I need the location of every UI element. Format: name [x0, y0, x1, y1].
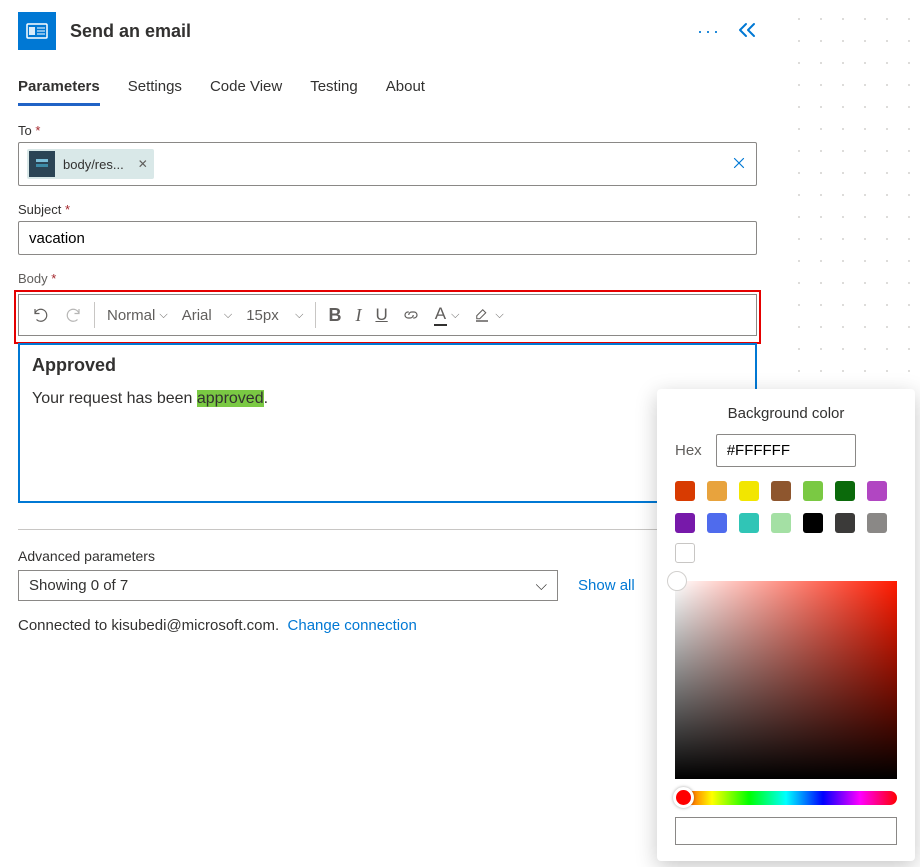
link-button[interactable]: [395, 301, 427, 329]
underline-button[interactable]: U: [368, 300, 394, 330]
swatch[interactable]: [771, 481, 791, 501]
color-picker-title: Background color: [675, 405, 897, 422]
advanced-label: Advanced parameters: [18, 548, 757, 564]
dynamic-content-icon: [29, 151, 55, 177]
chevron-down-icon: ⌵: [159, 309, 167, 322]
body-editor[interactable]: Approved Your request has been approved.: [18, 343, 757, 503]
to-label: To: [18, 123, 32, 138]
chevron-down-icon: ⌵: [224, 309, 232, 322]
chip-label: body/res...: [63, 157, 124, 172]
swatch[interactable]: [835, 481, 855, 501]
tab-testing[interactable]: Testing: [310, 72, 358, 105]
body-heading: Approved: [32, 355, 743, 376]
subject-label: Subject: [18, 202, 61, 217]
swatch[interactable]: [675, 481, 695, 501]
chevron-down-icon: ⌵: [451, 309, 459, 322]
swatch[interactable]: [867, 481, 887, 501]
swatch[interactable]: [707, 513, 727, 533]
font-select[interactable]: Arial ⌵: [175, 302, 240, 329]
saturation-indicator[interactable]: [667, 571, 687, 591]
hex-label: Hex: [675, 442, 702, 459]
saturation-area[interactable]: [675, 581, 897, 779]
highlighted-word: approved: [197, 390, 264, 407]
chevron-down-icon: ⌵: [536, 577, 547, 594]
chevron-down-icon: ⌵: [495, 309, 503, 322]
subject-input[interactable]: [27, 229, 748, 248]
panel-header: Send an email ···: [0, 0, 775, 64]
canvas-dots: [780, 0, 920, 400]
collapse-icon[interactable]: [737, 22, 757, 41]
to-input[interactable]: body/res... ✕: [18, 142, 757, 186]
swatch[interactable]: [707, 481, 727, 501]
color-swatches: [675, 481, 897, 533]
rich-text-toolbar: Normal⌵ Arial ⌵ 15px ⌵ B I U A⌵ ⌵: [18, 294, 757, 336]
tabs: Parameters Settings Code View Testing Ab…: [0, 64, 775, 105]
undo-button[interactable]: [25, 301, 57, 329]
tab-code-view[interactable]: Code View: [210, 72, 282, 105]
italic-button[interactable]: I: [348, 300, 368, 331]
swatch[interactable]: [675, 513, 695, 533]
change-connection-link[interactable]: Change connection: [288, 617, 417, 634]
font-color-button[interactable]: A⌵: [427, 299, 467, 331]
hex-input[interactable]: [716, 434, 856, 467]
color-extra-input[interactable]: [675, 817, 897, 845]
toolbar-highlight: Normal⌵ Arial ⌵ 15px ⌵ B I U A⌵ ⌵: [14, 290, 761, 344]
tab-settings[interactable]: Settings: [128, 72, 182, 105]
connection-info: Connected to kisubedi@microsoft.com. Cha…: [18, 617, 757, 658]
bold-button[interactable]: B: [321, 300, 348, 331]
highlight-color-button[interactable]: ⌵: [466, 301, 510, 329]
swatch[interactable]: [803, 481, 823, 501]
hue-thumb[interactable]: [673, 787, 694, 808]
swatch[interactable]: [835, 513, 855, 533]
color-picker-popup: Background color Hex: [657, 389, 915, 861]
redo-button[interactable]: [57, 301, 89, 329]
swatch[interactable]: [739, 513, 759, 533]
body-label: Body: [18, 271, 48, 286]
hue-slider[interactable]: [675, 791, 897, 805]
body-text: Your request has been approved.: [32, 390, 743, 408]
swatch-white[interactable]: [675, 543, 695, 563]
size-select[interactable]: 15px ⌵: [239, 302, 310, 329]
advanced-parameters-select[interactable]: Showing 0 of 7 ⌵: [18, 570, 558, 601]
field-to: To * body/res... ✕: [18, 123, 757, 186]
format-select[interactable]: Normal⌵: [100, 302, 175, 329]
swatch[interactable]: [739, 481, 759, 501]
show-all-link[interactable]: Show all: [578, 577, 635, 594]
chevron-down-icon: ⌵: [295, 309, 303, 322]
tab-parameters[interactable]: Parameters: [18, 72, 100, 105]
swatch[interactable]: [867, 513, 887, 533]
panel-title: Send an email: [70, 21, 683, 42]
divider: [18, 529, 757, 530]
to-chip[interactable]: body/res... ✕: [27, 149, 154, 179]
clear-to-icon[interactable]: [730, 154, 748, 175]
subject-input-box[interactable]: [18, 221, 757, 255]
swatch[interactable]: [771, 513, 791, 533]
remove-chip-icon[interactable]: ✕: [138, 157, 148, 171]
swatch[interactable]: [803, 513, 823, 533]
outlook-icon: [18, 12, 56, 50]
tab-about[interactable]: About: [386, 72, 425, 105]
field-subject: Subject *: [18, 202, 757, 255]
more-menu-icon[interactable]: ···: [697, 21, 721, 42]
field-body: Body * Normal⌵ Arial ⌵ 15px ⌵ B I U A⌵ ⌵…: [18, 271, 757, 503]
